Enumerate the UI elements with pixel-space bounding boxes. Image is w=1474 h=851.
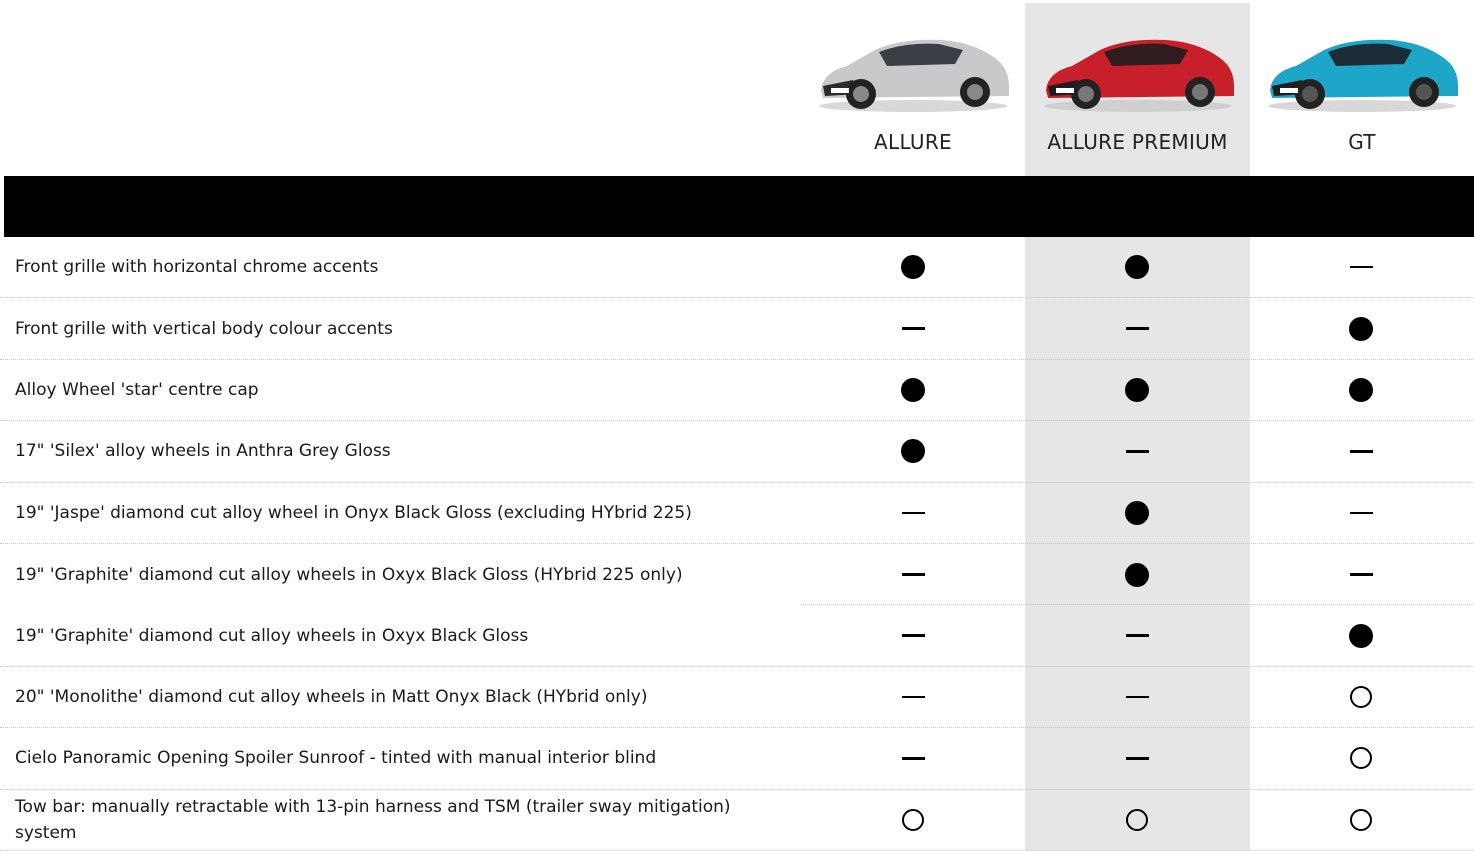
table-row: 20" 'Monolithe' diamond cut alloy wheels… [0, 667, 1474, 729]
trim-column-allure-premium[interactable]: ALLURE PREMIUM [1025, 0, 1250, 176]
not-available-dash-icon [901, 695, 925, 699]
not-available-dash-icon [901, 327, 925, 330]
not-available-dash-icon [901, 511, 925, 514]
standard-dot-icon [901, 377, 925, 402]
feature-table: Front grille with horizontal chrome acce… [0, 237, 1474, 851]
standard-dot-icon [1349, 377, 1373, 402]
feature-label: 19" 'Jaspe' diamond cut alloy wheel in O… [15, 502, 692, 523]
availability-cell [1124, 438, 1150, 464]
not-available-dash-icon [1125, 757, 1149, 760]
feature-label: 20" 'Monolithe' diamond cut alloy wheels… [15, 686, 648, 707]
trim-column-allure[interactable]: ALLURE [801, 0, 1025, 176]
availability-cell [900, 623, 926, 649]
feature-label: 17" 'Silex' alloy wheels in Anthra Grey … [15, 441, 391, 462]
table-row: Front grille with horizontal chrome acce… [0, 237, 1474, 299]
blue-car-image [1268, 39, 1458, 112]
section-header-band [4, 176, 1474, 237]
trim-name-gt: GT [1348, 130, 1376, 154]
not-available-dash-icon [1125, 695, 1149, 699]
availability-cell [900, 377, 926, 403]
silver-car-image [819, 39, 1009, 112]
feature-label: 19" 'Graphite' diamond cut alloy wheels … [15, 564, 683, 585]
availability-cell [1348, 377, 1374, 403]
availability-cell [1124, 745, 1150, 771]
not-available-dash-icon [1349, 450, 1373, 453]
availability-cell [900, 438, 926, 464]
availability-cell [1124, 254, 1150, 280]
trim-header: ALLURE ALLURE PREMIUM GT [0, 0, 1474, 176]
option-circle-icon [1126, 808, 1148, 831]
availability-cell [1348, 316, 1374, 342]
not-available-dash-icon [1125, 634, 1149, 637]
table-row: Alloy Wheel 'star' centre cap [0, 360, 1474, 422]
standard-dot-icon [1125, 562, 1149, 587]
trim-name-allure-premium: ALLURE PREMIUM [1047, 130, 1228, 154]
standard-dot-icon [1125, 255, 1149, 280]
red-car-image [1043, 39, 1234, 112]
availability-cell [1348, 623, 1374, 649]
not-available-dash-icon [1349, 573, 1373, 576]
availability-cell [900, 562, 926, 588]
trim-column-gt[interactable]: GT [1250, 0, 1474, 176]
option-circle-icon [1350, 685, 1372, 708]
availability-cell [900, 684, 926, 710]
standard-dot-icon [1125, 500, 1149, 525]
availability-cell [1348, 254, 1374, 280]
standard-dot-icon [1125, 377, 1149, 402]
feature-label: Cielo Panoramic Opening Spoiler Sunroof … [15, 748, 657, 769]
trim-name-allure: ALLURE [874, 130, 952, 154]
availability-cell [1348, 438, 1374, 464]
feature-label: Front grille with vertical body colour a… [15, 318, 393, 339]
standard-dot-icon [901, 439, 925, 464]
availability-cell [1348, 745, 1374, 771]
availability-cell [1124, 807, 1150, 833]
table-row: 17" 'Silex' alloy wheels in Anthra Grey … [0, 421, 1474, 483]
availability-cell [1124, 316, 1150, 342]
not-available-dash-icon [1125, 450, 1149, 453]
option-circle-icon [1350, 808, 1372, 831]
table-row: Tow bar: manually retractable with 13-pi… [0, 790, 1474, 851]
table-row: 19" 'Graphite' diamond cut alloy wheels … [0, 544, 1474, 606]
availability-cell [900, 807, 926, 833]
not-available-dash-icon [901, 573, 925, 576]
availability-cell [1124, 500, 1150, 526]
availability-cell [1348, 500, 1374, 526]
feature-label: Front grille with horizontal chrome acce… [15, 257, 379, 278]
not-available-dash-icon [1349, 265, 1373, 269]
not-available-dash-icon [1125, 327, 1149, 330]
not-available-dash-icon [901, 757, 925, 760]
availability-cell [1348, 807, 1374, 833]
availability-cell [900, 254, 926, 280]
availability-cell [1124, 562, 1150, 588]
option-circle-icon [1350, 747, 1372, 770]
availability-cell [900, 316, 926, 342]
table-row: Front grille with vertical body colour a… [0, 298, 1474, 360]
option-circle-icon [902, 808, 924, 831]
standard-dot-icon [1349, 623, 1373, 648]
table-row: 19" 'Graphite' diamond cut alloy wheels … [0, 605, 1474, 667]
availability-cell [1348, 684, 1374, 710]
availability-cell [900, 745, 926, 771]
not-available-dash-icon [1349, 511, 1373, 514]
not-available-dash-icon [901, 634, 925, 637]
availability-cell [1348, 562, 1374, 588]
availability-cell [1124, 623, 1150, 649]
table-row: Cielo Panoramic Opening Spoiler Sunroof … [0, 728, 1474, 790]
table-row: 19" 'Jaspe' diamond cut alloy wheel in O… [0, 483, 1474, 544]
availability-cell [1124, 684, 1150, 710]
standard-dot-icon [1349, 316, 1373, 341]
availability-cell [900, 500, 926, 526]
standard-dot-icon [901, 255, 925, 280]
feature-label: Tow bar: manually retractable with 13-pi… [15, 796, 731, 843]
feature-label: 19" 'Graphite' diamond cut alloy wheels … [15, 625, 529, 646]
feature-label: Alloy Wheel 'star' centre cap [15, 379, 259, 400]
availability-cell [1124, 377, 1150, 403]
